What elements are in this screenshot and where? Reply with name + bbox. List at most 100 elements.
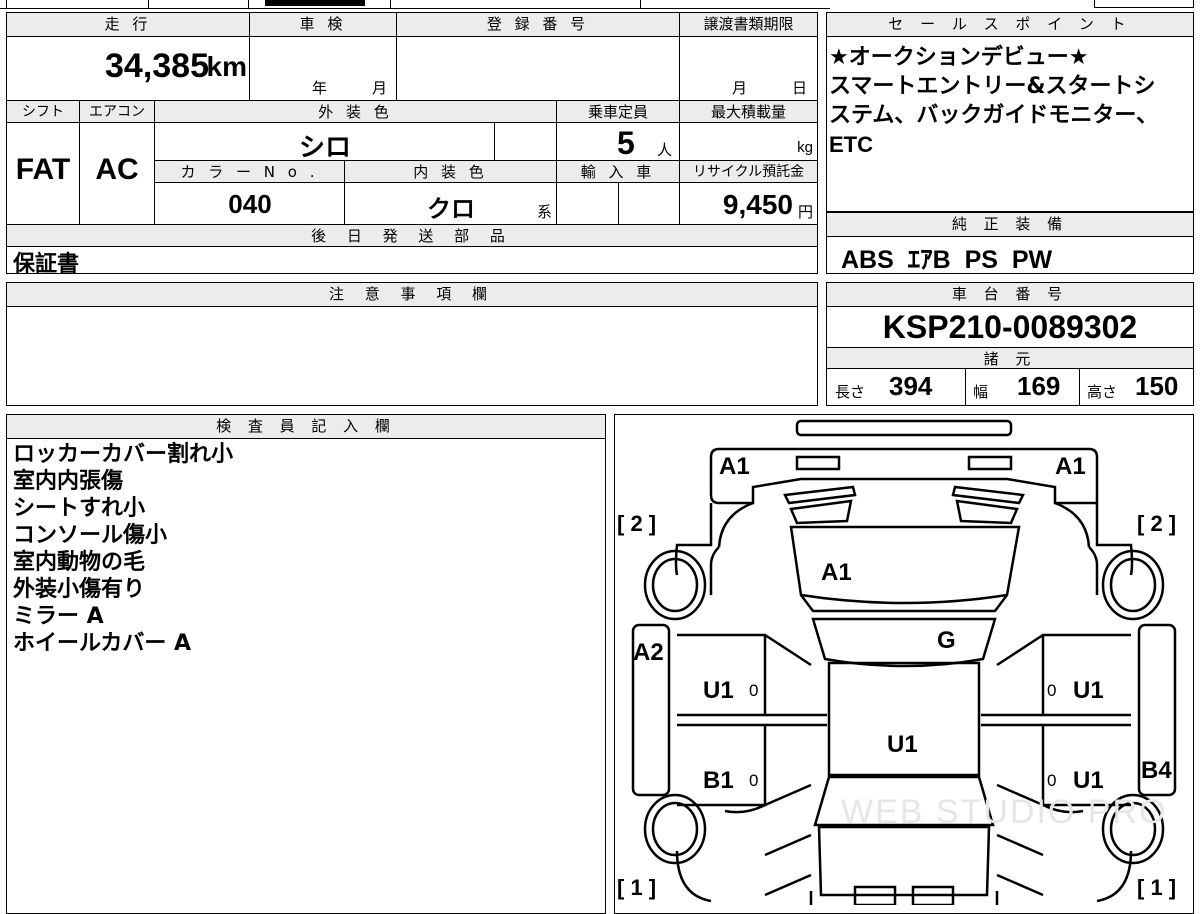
sales-point-label: セ ー ル ス ポ イ ン ト	[827, 13, 1193, 37]
mark-left-front-door: U1	[703, 677, 734, 704]
max-load-label: 最大積載量	[680, 101, 817, 123]
later-parts-label: 後 日 発 送 部 品	[7, 225, 817, 247]
inspection-label: 車 検	[250, 13, 397, 37]
interior-color-suffix: 系	[536, 204, 552, 221]
mark-left-front-door-count: 0	[749, 681, 759, 700]
watermark: WEB STUDIO PRO	[841, 793, 1168, 831]
top-stub-right	[1094, 0, 1194, 8]
inspector-line: 室内内張傷	[13, 469, 124, 494]
vehicle-info-table: 走 行 車 検 登 録 番 号 譲渡書類期限 34,385 km 年 月 月 日…	[6, 12, 818, 277]
interior-color-label: 内 装 色	[345, 161, 557, 183]
capacity-cell: 5 人	[557, 123, 680, 161]
import-cell-b	[619, 183, 680, 225]
mark-right-front-door-count: 0	[1047, 681, 1057, 700]
inspector-line: ホイールカバー A	[13, 631, 192, 656]
capacity-value: 5	[617, 125, 635, 161]
equipment-value: ABS ｴｱB PS PW	[841, 246, 1053, 274]
shift-value: FAT	[15, 153, 71, 186]
later-parts-value: 保証書	[13, 252, 80, 277]
shift-label: シフト	[7, 101, 80, 123]
specs-row: 長さ 394 幅 169 高さ 150	[827, 369, 1193, 405]
mark-right-quarter: B4	[1141, 757, 1172, 784]
top-stub	[0, 0, 830, 9]
inspector-line: ロッカーカバー割れ小	[13, 442, 234, 467]
import-cell-a	[557, 183, 619, 225]
inspector-line: コンソール傷小	[13, 523, 168, 548]
recycle-label: リサイクル預託金	[680, 161, 817, 183]
registration-cell	[397, 37, 680, 101]
mark-left-rear-door: B1	[703, 767, 734, 794]
transfer-month: 月	[732, 80, 748, 97]
sales-point-line: ETC	[829, 132, 873, 157]
recycle-unit: 円	[797, 204, 813, 221]
mileage-cell: 34,385 km	[7, 37, 250, 101]
import-label: 輸 入 車	[557, 161, 680, 183]
exterior-color-extra	[495, 123, 557, 161]
mark-left-fender: A2	[633, 639, 664, 666]
ac-value: AC	[95, 153, 139, 186]
mark-front-right: A1	[1055, 453, 1086, 480]
max-load-unit: kg	[797, 139, 813, 156]
inspector-line: ミラー A	[13, 604, 104, 629]
mark-hood: A1	[821, 559, 852, 586]
mileage-label: 走 行	[7, 13, 250, 37]
capacity-unit: 人	[657, 142, 673, 159]
color-no-cell: 040	[155, 183, 345, 225]
sales-point-line: ステム、バックガイドモニター、	[829, 103, 1159, 128]
shift-cell: FAT	[7, 123, 80, 225]
chassis-panel: 車 台 番 号 KSP210-0089302 諸 元 長さ 394 幅 169 …	[826, 282, 1194, 406]
bracket-top-left: [ 2 ]	[617, 511, 657, 536]
equipment-panel: 純 正 装 備 ABS ｴｱB PS PW	[826, 212, 1194, 274]
recycle-value: 9,450	[722, 189, 793, 220]
color-no-label: カ ラ ー N o .	[155, 161, 345, 183]
bracket-bottom-left: [ 1 ]	[617, 875, 657, 900]
notes-panel: 注 意 事 項 欄	[6, 282, 818, 406]
exterior-color-cell: シロ	[155, 123, 495, 163]
registration-label: 登 録 番 号	[397, 13, 680, 37]
height-label: 高さ	[1087, 384, 1118, 401]
inspection-year: 年	[312, 80, 328, 97]
ac-cell: AC	[80, 123, 155, 225]
inspection-month: 月	[372, 80, 388, 97]
sales-point-line: ★オークションデビュー★	[829, 45, 1089, 70]
width-value: 169	[1017, 371, 1061, 401]
length-label: 長さ	[835, 384, 866, 401]
interior-color-cell: クロ 系	[345, 183, 557, 225]
transfer-cell: 月 日	[680, 37, 817, 101]
inspector-line: シートすれ小	[13, 496, 146, 521]
mark-left-rear-door-count: 0	[749, 771, 759, 790]
height-value: 150	[1135, 371, 1179, 401]
mileage-unit: km	[206, 51, 247, 82]
bracket-top-right: [ 2 ]	[1137, 511, 1177, 536]
recycle-cell: 9,450 円	[680, 183, 817, 225]
length-value: 394	[889, 371, 933, 401]
specs-label: 諸 元	[827, 347, 1193, 369]
inspector-label: 検 査 員 記 入 欄	[7, 415, 605, 439]
mark-right-rear-door: U1	[1073, 767, 1104, 794]
exterior-color-label: 外 装 色	[155, 101, 557, 123]
inspector-line: 室内動物の毛	[13, 550, 146, 575]
transfer-label: 譲渡書類期限	[680, 13, 817, 37]
mark-right-rear-door-count: 0	[1047, 771, 1057, 790]
transfer-day: 日	[792, 80, 808, 97]
inspector-line: 外装小傷有り	[13, 577, 146, 602]
mark-windshield: G	[937, 627, 956, 654]
chassis-label: 車 台 番 号	[827, 283, 1193, 307]
ac-label: エアコン	[80, 101, 155, 123]
width-label: 幅	[973, 384, 989, 401]
inspection-cell: 年 月	[250, 37, 397, 101]
color-no-value: 040	[228, 189, 272, 219]
exterior-color-value: シロ	[298, 133, 351, 163]
sales-point-panel: セ ー ル ス ポ イ ン ト ★オークションデビュー★ スマートエントリー&ス…	[826, 12, 1194, 212]
max-load-cell: kg	[680, 123, 817, 161]
interior-color-value: クロ	[427, 195, 475, 223]
sales-point-line: スマートエントリー&スタートシ	[829, 74, 1156, 99]
equipment-label: 純 正 装 備	[827, 213, 1193, 237]
mileage-value: 34,385	[105, 47, 209, 85]
bracket-bottom-right: [ 1 ]	[1137, 875, 1177, 900]
mark-roof: U1	[887, 731, 918, 758]
notes-label: 注 意 事 項 欄	[7, 283, 817, 307]
inspector-panel: 検 査 員 記 入 欄 ロッカーカバー割れ小 室内内張傷 シートすれ小 コンソー…	[6, 414, 606, 914]
mark-right-front-door: U1	[1073, 677, 1104, 704]
mark-front-left: A1	[719, 453, 750, 480]
